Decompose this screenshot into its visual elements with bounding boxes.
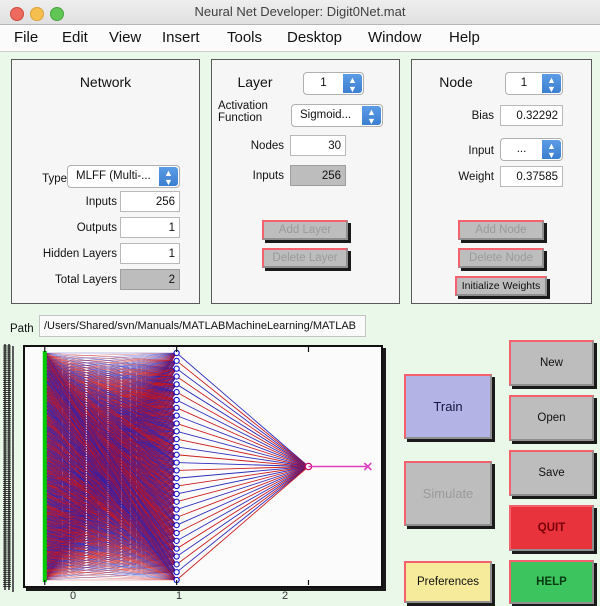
delete-layer-button[interactable]: Delete Layer <box>262 248 348 268</box>
menu-view[interactable]: View <box>105 29 145 46</box>
chevron-updown-icon: ▲▼ <box>159 167 178 186</box>
save-label: Save <box>538 467 564 479</box>
node-panel: Node 1 ▲▼ Bias 0.32292 Input ... ▲▼ Weig… <box>411 59 592 304</box>
layer-activation-label: Activation Function <box>218 100 292 124</box>
open-label: Open <box>537 412 565 424</box>
menu-insert[interactable]: Insert <box>158 29 204 46</box>
network-type-dropdown[interactable]: MLFF (Multi-... ▲▼ <box>67 165 180 188</box>
quit-button[interactable]: QUIT <box>509 505 594 551</box>
add-node-label: Add Node <box>475 224 526 236</box>
train-label: Train <box>433 399 462 414</box>
node-index-stepper[interactable]: 1 ▲▼ <box>505 72 563 95</box>
network-panel-title: Network <box>12 74 199 90</box>
network-hidden-layers-label: Hidden Layers <box>20 248 117 260</box>
preferences-button[interactable]: Preferences <box>404 561 492 603</box>
layer-activation-value: Sigmoid... <box>300 109 351 121</box>
network-inputs-label: Inputs <box>32 196 117 208</box>
network-inputs-field[interactable]: 256 <box>120 191 180 212</box>
delete-layer-label: Delete Layer <box>272 252 337 264</box>
layer-inputs-field: 256 <box>290 165 346 186</box>
delete-node-label: Delete Node <box>469 252 533 264</box>
simulate-button[interactable]: Simulate <box>404 461 492 526</box>
layer-index-value: 1 <box>320 77 326 89</box>
menu-tools[interactable]: Tools <box>223 29 266 46</box>
menu-desktop[interactable]: Desktop <box>283 29 346 46</box>
x-tick-label-2: 2 <box>282 590 288 602</box>
node-input-dropdown[interactable]: ... ▲▼ <box>500 138 563 161</box>
initialize-weights-button[interactable]: Initialize Weights <box>455 276 547 296</box>
add-layer-label: Add Layer <box>279 224 331 236</box>
app-window: Neural Net Developer: Digit0Net.mat File… <box>0 0 600 606</box>
open-button[interactable]: Open <box>509 395 594 441</box>
title-bar: Neural Net Developer: Digit0Net.mat <box>0 0 600 25</box>
add-node-button[interactable]: Add Node <box>458 220 544 240</box>
layer-activation-dropdown[interactable]: Sigmoid... ▲▼ <box>291 104 383 127</box>
delete-node-button[interactable]: Delete Node <box>458 248 544 268</box>
x-tick-label-1: 1 <box>176 590 182 602</box>
path-label: Path <box>10 323 34 335</box>
preferences-label: Preferences <box>417 576 479 588</box>
node-index-value: 1 <box>521 77 527 89</box>
quit-label: QUIT <box>538 522 565 534</box>
layer-nodes-field[interactable]: 30 <box>290 135 346 156</box>
menu-edit[interactable]: Edit <box>58 29 92 46</box>
node-weight-field[interactable]: 0.37585 <box>500 166 563 187</box>
y-axis-ruler-svg <box>2 342 18 592</box>
node-input-label: Input <box>432 145 494 157</box>
node-input-value: ... <box>517 143 527 155</box>
new-button[interactable]: New <box>509 340 594 386</box>
x-tick-label-0: 0 <box>70 590 76 602</box>
network-outputs-label: Outputs <box>32 222 117 234</box>
new-label: New <box>540 357 563 369</box>
layer-nodes-label: Nodes <box>222 140 284 152</box>
help-button[interactable]: HELP <box>509 560 594 604</box>
network-total-layers-label: Total Layers <box>26 274 117 286</box>
help-label: HELP <box>536 576 567 588</box>
window-title: Neural Net Developer: Digit0Net.mat <box>0 4 600 19</box>
menu-file[interactable]: File <box>10 29 42 46</box>
layer-inputs-label: Inputs <box>222 170 284 182</box>
chevron-updown-icon: ▲▼ <box>343 74 362 93</box>
menu-bar: File Edit View Insert Tools Desktop Wind… <box>0 25 600 52</box>
node-bias-label: Bias <box>432 110 494 122</box>
network-outputs-field[interactable]: 1 <box>120 217 180 238</box>
network-panel: Network Type MLFF (Multi-... ▲▼ Inputs 2… <box>11 59 200 304</box>
chevron-updown-icon: ▲▼ <box>542 74 561 93</box>
layer-panel: Layer 1 ▲▼ Activation Function Sigmoid..… <box>211 59 400 304</box>
menu-help[interactable]: Help <box>445 29 484 46</box>
chevron-updown-icon: ▲▼ <box>542 140 561 159</box>
menu-window[interactable]: Window <box>364 29 425 46</box>
network-type-value: MLFF (Multi-... <box>76 170 151 182</box>
layer-index-stepper[interactable]: 1 ▲▼ <box>303 72 364 95</box>
add-layer-button[interactable]: Add Layer <box>262 220 348 240</box>
y-axis-ruler <box>2 342 18 592</box>
node-panel-title: Node <box>412 74 500 90</box>
node-weight-label: Weight <box>426 171 494 183</box>
chevron-updown-icon: ▲▼ <box>362 106 381 125</box>
layer-panel-title: Layer <box>212 74 298 90</box>
network-diagram-axes[interactable] <box>23 345 383 588</box>
save-button[interactable]: Save <box>509 450 594 496</box>
network-diagram-svg <box>25 347 381 586</box>
network-total-layers-field: 2 <box>120 269 180 290</box>
network-hidden-layers-field[interactable]: 1 <box>120 243 180 264</box>
train-button[interactable]: Train <box>404 374 492 439</box>
path-field[interactable]: /Users/Shared/svn/Manuals/MATLABMachineL… <box>39 315 366 337</box>
network-type-label: Type <box>22 173 67 185</box>
simulate-label: Simulate <box>423 486 474 501</box>
node-bias-field[interactable]: 0.32292 <box>500 105 563 126</box>
initialize-weights-label: Initialize Weights <box>462 280 541 292</box>
